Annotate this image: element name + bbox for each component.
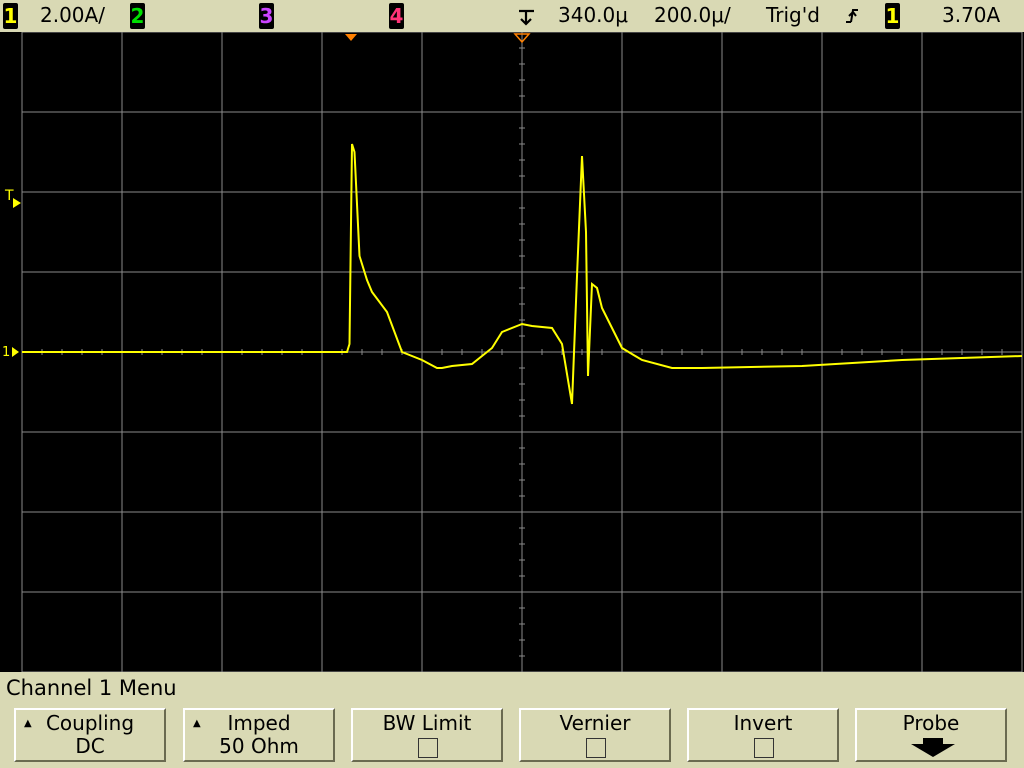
invert-label: Invert <box>733 711 793 735</box>
bw-limit-softkey[interactable]: BW Limit <box>351 708 503 762</box>
submenu-arrow-icon <box>911 738 955 757</box>
channel-1-indicator[interactable]: 1 <box>3 3 18 29</box>
trigger-position-icon <box>519 9 534 26</box>
ground-marker: 1 <box>2 345 10 360</box>
vernier-label: Vernier <box>559 711 631 735</box>
time-scale: 200.0μ/ <box>654 3 731 27</box>
vernier-softkey[interactable]: Vernier <box>519 708 671 762</box>
channel-2-indicator[interactable]: 2 <box>130 3 145 29</box>
bw-limit-checkbox[interactable] <box>418 738 438 758</box>
imped-value: 50 Ohm <box>219 734 299 758</box>
coupling-value: DC <box>75 734 105 758</box>
imped-label: Imped <box>227 711 291 735</box>
status-bar: 1 2.00A/ 2 3 4 340.0μ 200.0μ/ Trig'd 1 3… <box>0 0 1024 32</box>
channel-4-indicator[interactable]: 4 <box>389 3 404 29</box>
trigger-level: 3.70A <box>942 3 1001 27</box>
coupling-softkey[interactable]: ▲ Coupling DC <box>14 708 166 762</box>
bw-limit-label: BW Limit <box>382 711 472 735</box>
invert-checkbox[interactable] <box>754 738 774 758</box>
channel-3-indicator[interactable]: 3 <box>259 3 274 29</box>
coupling-label: Coupling <box>45 711 135 735</box>
time-position: 340.0μ <box>558 3 628 27</box>
trigger-level-marker: T <box>4 188 14 204</box>
rising-edge-icon <box>846 9 858 23</box>
imped-softkey[interactable]: ▲ Imped 50 Ohm <box>183 708 335 762</box>
trigger-status: Trig'd <box>766 3 820 27</box>
waveform-display[interactable]: T 1 <box>0 32 1024 672</box>
trigger-channel-indicator: 1 <box>885 3 900 29</box>
menu-title: Channel 1 Menu <box>6 676 177 700</box>
vernier-checkbox[interactable] <box>586 738 606 758</box>
channel-1-scale: 2.00A/ <box>40 3 105 27</box>
invert-softkey[interactable]: Invert <box>687 708 839 762</box>
probe-label: Probe <box>902 711 960 735</box>
probe-softkey[interactable]: Probe <box>855 708 1007 762</box>
